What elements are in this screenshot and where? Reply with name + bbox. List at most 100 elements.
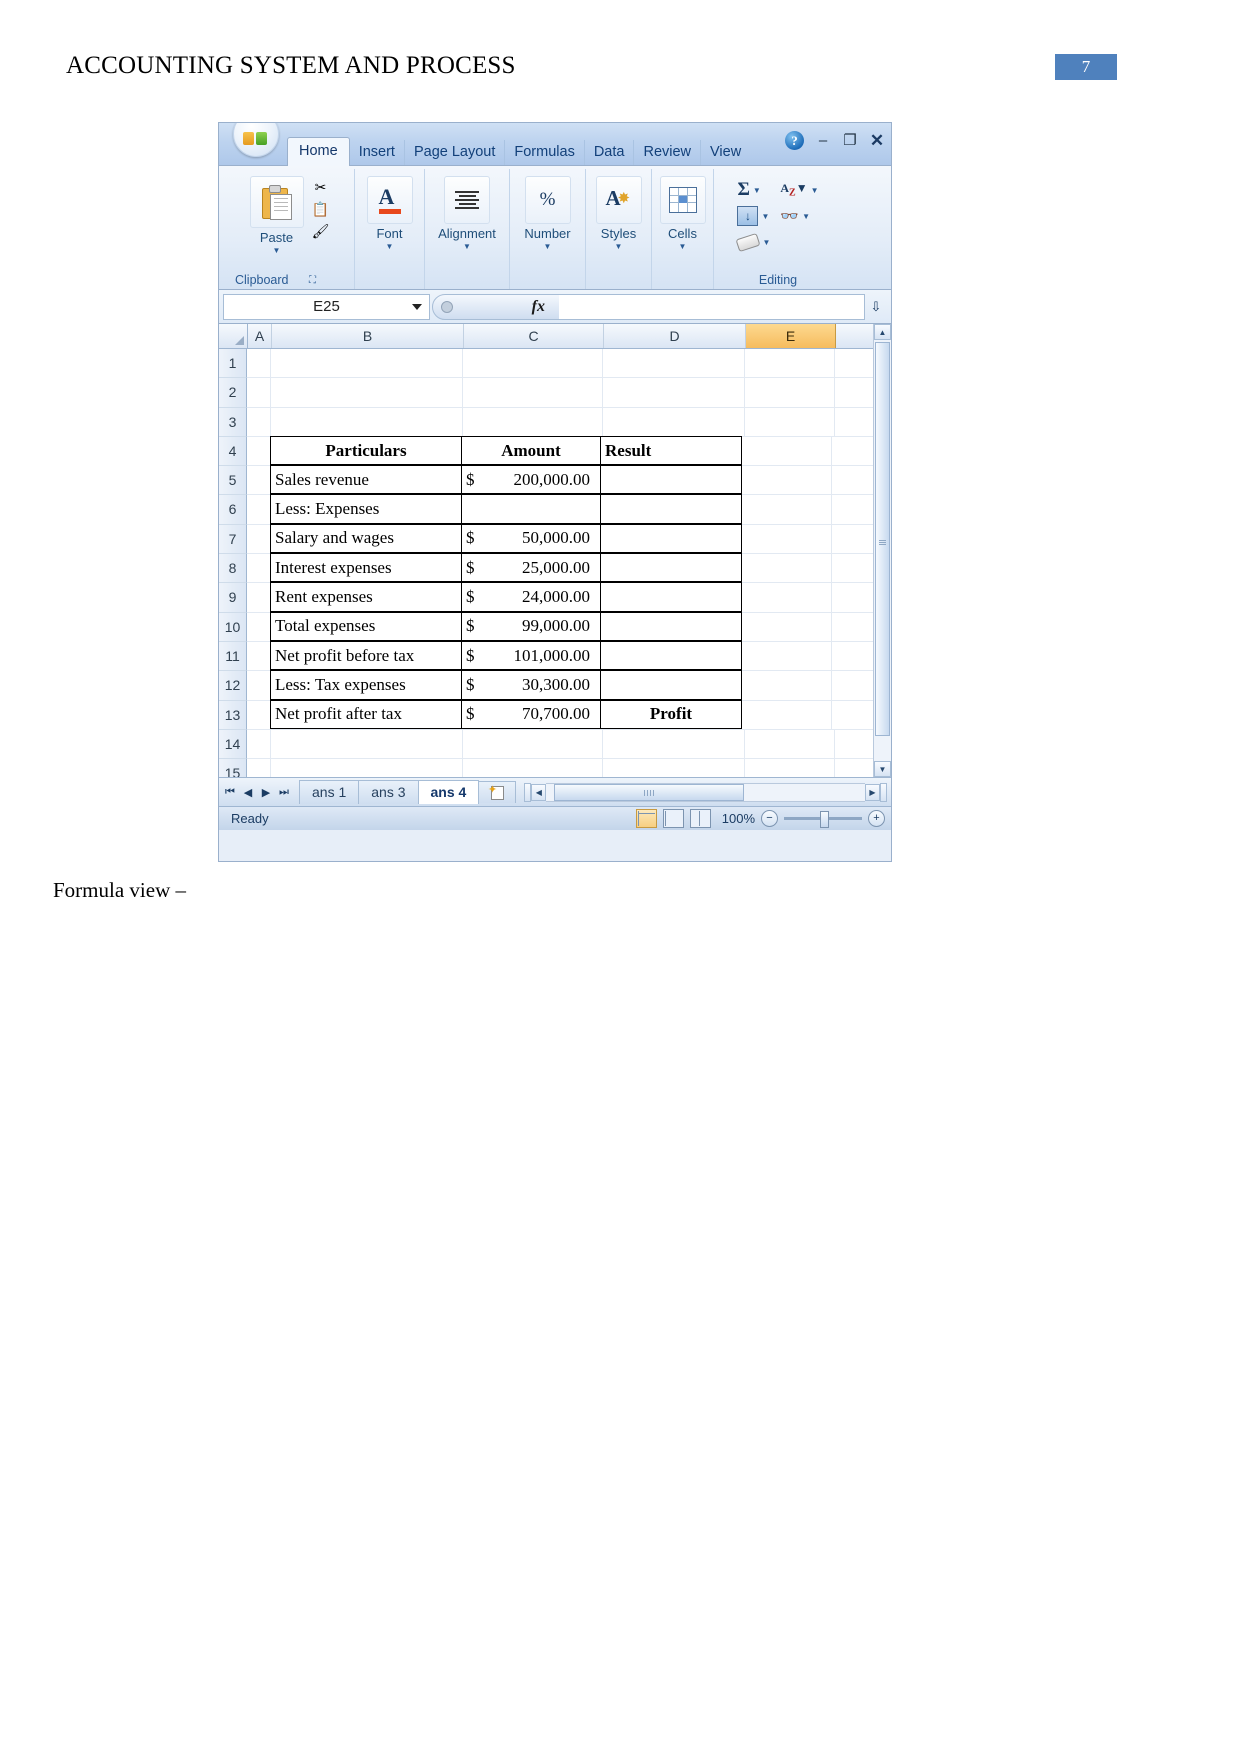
number-chevron-down-icon[interactable]: ▼ [544, 242, 552, 251]
cell-d12[interactable] [600, 670, 742, 700]
cell-e15[interactable] [745, 759, 835, 777]
cell-b4[interactable]: Particulars [270, 435, 462, 466]
ribbon-tab-formulas[interactable]: Formulas [505, 139, 585, 165]
cell-c10[interactable]: $99,000.00 [461, 611, 601, 641]
cell-a12[interactable] [247, 671, 271, 700]
sheet-tab-ans-3[interactable]: ans 3 [358, 780, 419, 804]
sheet-tab-ans-4[interactable]: ans 4 [417, 780, 480, 804]
cell-d7[interactable] [600, 523, 742, 554]
scroll-left-icon[interactable]: ◀ [531, 783, 547, 801]
cell-f10[interactable] [832, 612, 878, 641]
cell-a2[interactable] [247, 378, 271, 407]
cell-f4[interactable] [832, 436, 878, 466]
row-header[interactable]: 3 [219, 407, 247, 437]
cell-a15[interactable] [247, 759, 271, 777]
styles-chevron-down-icon[interactable]: ▼ [615, 242, 623, 251]
row-header[interactable]: 13 [219, 700, 247, 730]
cell-c13[interactable]: $70,700.00 [461, 699, 601, 729]
cell-c8[interactable]: $25,000.00 [461, 553, 601, 583]
paste-chevron-down-icon[interactable]: ▼ [273, 246, 281, 255]
sort-filter-chevron-down-icon[interactable]: ▼ [811, 186, 819, 195]
cell-b13[interactable]: Net profit after tax [270, 699, 462, 729]
sheet-tab-ans-1[interactable]: ans 1 [299, 780, 360, 804]
cell-e7[interactable] [742, 524, 832, 554]
page-layout-view-icon[interactable] [663, 809, 684, 828]
cell-a8[interactable] [247, 554, 271, 583]
cell-d13[interactable]: Profit [600, 699, 742, 729]
minimize-icon[interactable]: – [815, 133, 831, 148]
cell-b11[interactable]: Net profit before tax [270, 640, 462, 671]
cell-a10[interactable] [247, 612, 271, 641]
cell-e11[interactable] [742, 641, 832, 671]
row-header[interactable]: 14 [219, 729, 247, 760]
cell-e13[interactable] [742, 700, 832, 729]
copy-icon[interactable]: 📋 [310, 199, 332, 219]
name-box[interactable]: E25 [223, 293, 430, 320]
office-button-icon[interactable] [233, 123, 279, 157]
cell-b1[interactable] [271, 349, 463, 378]
cell-d2[interactable] [603, 378, 745, 407]
cell-d8[interactable] [600, 553, 742, 583]
cell-a3[interactable] [247, 407, 271, 436]
cell-f7[interactable] [832, 524, 878, 554]
cell-c11[interactable]: $101,000.00 [461, 640, 601, 671]
cell-d3[interactable] [603, 407, 745, 436]
scroll-down-icon[interactable]: ▼ [874, 761, 891, 777]
insert-function-button[interactable]: fx [432, 293, 560, 320]
column-header-c[interactable]: C [464, 324, 604, 348]
row-header[interactable]: 1 [219, 349, 247, 379]
vertical-scroll-thumb[interactable] [875, 342, 890, 736]
row-header[interactable]: 8 [219, 554, 247, 584]
column-header-a[interactable]: A [248, 324, 272, 348]
last-sheet-icon[interactable]: ⏭ [277, 786, 291, 799]
cell-b2[interactable] [271, 378, 463, 407]
cell-d1[interactable] [603, 349, 745, 378]
next-sheet-icon[interactable]: ▶ [259, 786, 273, 799]
cell-c15[interactable] [463, 759, 603, 777]
formula-bar-expand-icon[interactable]: ⇩ [865, 299, 887, 315]
cell-b5[interactable]: Sales revenue [270, 465, 462, 495]
cells-button[interactable] [659, 176, 706, 224]
cell-d15[interactable] [603, 759, 745, 777]
ribbon-tab-home[interactable]: Home [287, 136, 350, 166]
cell-b7[interactable]: Salary and wages [270, 523, 462, 554]
cell-d4[interactable]: Result [600, 435, 742, 466]
cell-d11[interactable] [600, 640, 742, 671]
cell-c2[interactable] [463, 378, 603, 407]
zoom-out-icon[interactable]: − [761, 810, 778, 827]
cells-chevron-down-icon[interactable]: ▼ [679, 242, 687, 251]
zoom-slider-thumb[interactable] [820, 811, 829, 828]
tab-split-handle[interactable] [524, 782, 532, 802]
row-header[interactable]: 4 [219, 436, 247, 467]
row-header[interactable]: 12 [219, 671, 247, 701]
fill-chevron-down-icon[interactable]: ▼ [761, 212, 769, 221]
row-header[interactable]: 9 [219, 583, 247, 613]
cell-a1[interactable] [247, 349, 271, 378]
formula-input[interactable] [559, 293, 865, 320]
row-header[interactable]: 5 [219, 466, 247, 496]
column-header-b[interactable]: B [272, 324, 464, 348]
row-header[interactable]: 15 [219, 759, 247, 777]
row-header[interactable]: 10 [219, 612, 247, 642]
cell-b15[interactable] [271, 759, 463, 777]
zoom-in-icon[interactable]: + [868, 810, 885, 827]
cell-b3[interactable] [271, 407, 463, 436]
column-header-e[interactable]: E [746, 324, 836, 348]
cell-a13[interactable] [247, 700, 271, 729]
cell-e9[interactable] [742, 583, 832, 612]
cell-d14[interactable] [603, 729, 745, 759]
clipboard-dialog-launcher-icon[interactable]: ⛶ [309, 275, 316, 286]
horizontal-scroll-track[interactable] [546, 782, 865, 802]
zoom-slider[interactable] [784, 811, 862, 828]
scroll-end-handle[interactable] [880, 782, 887, 802]
close-icon[interactable]: ✕ [869, 132, 885, 149]
cell-b9[interactable]: Rent expenses [270, 582, 462, 612]
cell-d5[interactable] [600, 465, 742, 495]
scroll-right-icon[interactable]: ▶ [865, 783, 880, 801]
cell-c14[interactable] [463, 729, 603, 759]
ribbon-tab-review[interactable]: Review [634, 139, 702, 165]
horizontal-scroll-thumb[interactable] [554, 783, 745, 801]
row-header[interactable]: 11 [219, 641, 247, 672]
cell-e6[interactable] [742, 495, 832, 524]
clear-button[interactable]: ▼ [735, 230, 770, 254]
